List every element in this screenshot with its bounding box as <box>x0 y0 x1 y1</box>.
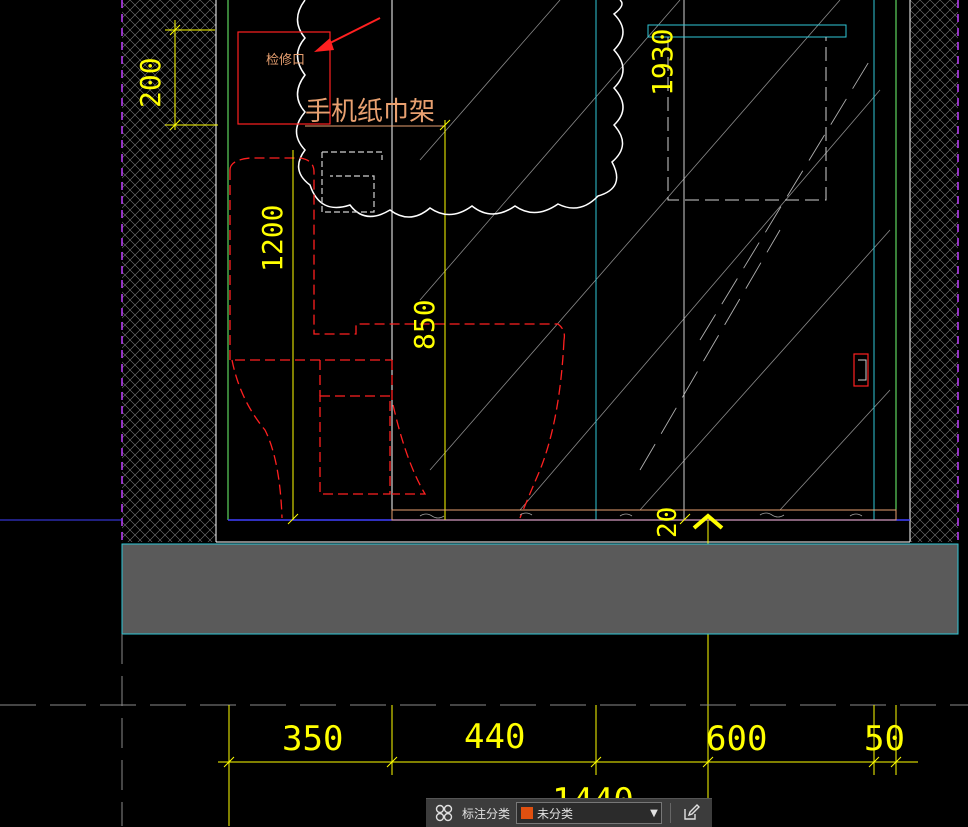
chevron-down-icon[interactable]: ▼ <box>647 808 661 819</box>
dim-1930: 1930 <box>646 29 679 96</box>
access-panel-text: 检修口 <box>266 53 305 68</box>
category-swatch <box>521 807 534 819</box>
category-label: 标注分类 <box>462 806 511 821</box>
paper-holder-dashed <box>321 151 383 213</box>
glass-hatch-dashed <box>639 59 871 471</box>
right-wall-fixture-inner <box>858 359 867 381</box>
cad-drawing-canvas[interactable]: 检修口 手机纸巾架 200 1200 850 1930 20 350 440 6… <box>0 0 968 826</box>
dim-440: 440 <box>464 717 525 757</box>
grid-icon[interactable] <box>432 801 456 825</box>
category-selected-value: 未分类 <box>537 806 574 821</box>
toolbar-divider <box>670 803 672 823</box>
annotation-category-toolbar: 标注分类 未分类 ▼ <box>426 798 712 827</box>
dim-350: 350 <box>282 719 343 759</box>
dim-600: 600 <box>706 719 767 759</box>
edit-icon[interactable] <box>679 801 703 825</box>
floor-finish-texture <box>419 512 863 519</box>
dim-20: 20 <box>653 507 683 538</box>
paper-holder-text: 手机纸巾架 <box>305 97 435 127</box>
dim-1200: 1200 <box>256 205 289 272</box>
dim-50: 50 <box>864 719 905 759</box>
right-wall-hatch <box>910 0 958 542</box>
red-arrow-head <box>314 38 334 52</box>
category-select[interactable]: 未分类 ▼ <box>516 802 663 824</box>
floor-finish-strip <box>391 509 897 521</box>
dim-200: 200 <box>134 57 167 108</box>
dim-850: 850 <box>408 299 441 350</box>
floor-slab <box>121 543 959 635</box>
shower-fixture-dashed <box>667 37 827 201</box>
